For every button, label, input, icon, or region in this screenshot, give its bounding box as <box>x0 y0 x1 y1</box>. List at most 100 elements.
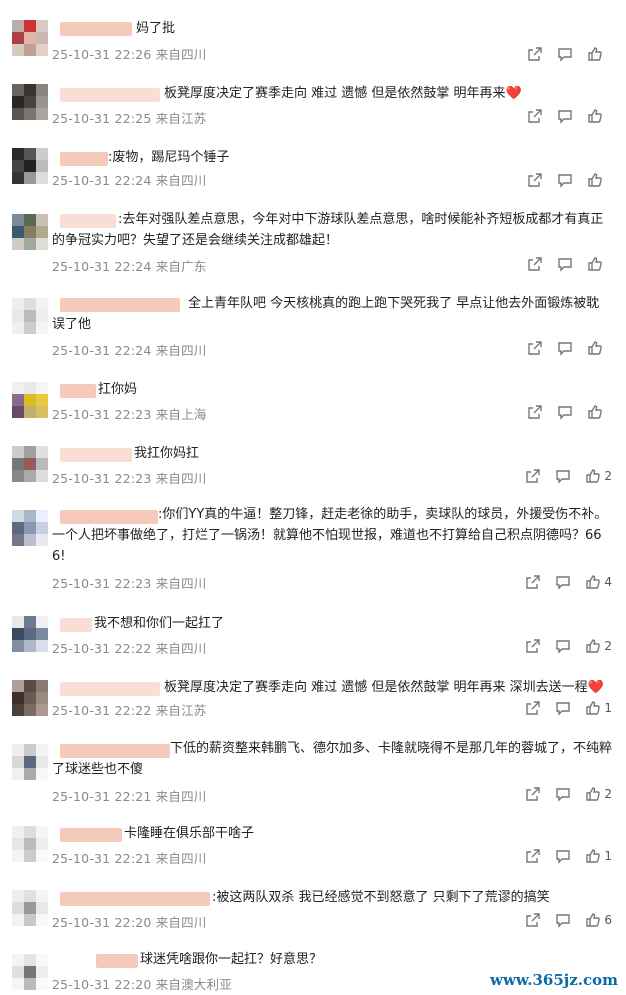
comment-text: 球迷凭啥跟你一起扛？好意思？ <box>140 952 323 967</box>
share-icon <box>528 341 542 355</box>
like-button[interactable]: 1 <box>585 848 612 864</box>
username-redacted[interactable] <box>60 88 160 102</box>
avatar[interactable] <box>12 84 48 120</box>
comment-icon <box>556 640 571 654</box>
share-icon <box>526 701 541 715</box>
avatar[interactable] <box>12 20 48 56</box>
comment-button[interactable] <box>557 108 573 124</box>
comment-actions: 6 <box>525 910 612 930</box>
share-button[interactable] <box>527 340 543 356</box>
share-icon <box>526 913 541 927</box>
like-count: 2 <box>604 639 612 653</box>
avatar[interactable] <box>12 826 48 862</box>
comment-button[interactable] <box>555 700 571 716</box>
comment-text: 我不想和你们一起扛了 <box>94 616 225 631</box>
like-button[interactable]: 2 <box>585 786 612 802</box>
comment-button[interactable] <box>557 256 573 272</box>
thumbs-up-icon <box>586 787 601 801</box>
like-button[interactable] <box>587 46 612 62</box>
like-button[interactable] <box>587 404 612 420</box>
username-redacted[interactable] <box>60 22 132 36</box>
comment-button[interactable] <box>557 404 573 420</box>
avatar[interactable] <box>12 148 48 184</box>
share-button[interactable] <box>525 786 541 802</box>
username-redacted[interactable] <box>60 448 132 462</box>
comment-button[interactable] <box>557 340 573 356</box>
like-button[interactable]: 6 <box>585 912 612 928</box>
comment-item: 全上青年队吧 今天核桃真的跑上跑下哭死我了 早点让他去外面锻炼被耽误了他 25-… <box>0 290 626 360</box>
comment-item: 扛你妈 25-10-31 22:23 来自上海 <box>0 374 626 426</box>
like-count: 6 <box>604 913 612 927</box>
like-button[interactable]: 2 <box>585 638 612 654</box>
thumbs-up-icon <box>588 109 602 123</box>
comment-actions <box>527 44 612 64</box>
username-redacted[interactable] <box>60 828 122 842</box>
thumbs-up-icon <box>586 701 601 715</box>
username-redacted[interactable] <box>60 618 92 632</box>
like-count: 2 <box>604 469 612 483</box>
share-button[interactable] <box>525 700 541 716</box>
share-button[interactable] <box>527 108 543 124</box>
avatar[interactable] <box>12 890 48 926</box>
like-button[interactable] <box>587 108 612 124</box>
comment-icon <box>558 406 572 420</box>
avatar[interactable] <box>12 510 48 546</box>
share-button[interactable] <box>525 848 541 864</box>
comment-button[interactable] <box>555 912 571 928</box>
avatar[interactable] <box>12 744 48 780</box>
like-button[interactable] <box>587 172 612 188</box>
comment-button[interactable] <box>555 468 571 484</box>
comment-icon <box>556 850 571 864</box>
comment-meta: 25-10-31 22:23 来自四川 <box>52 576 207 591</box>
comment-button[interactable] <box>555 848 571 864</box>
comment-actions: 1 <box>525 846 612 866</box>
share-button[interactable] <box>525 638 541 654</box>
share-button[interactable] <box>525 468 541 484</box>
comment-button[interactable] <box>555 574 571 590</box>
share-button[interactable] <box>527 404 543 420</box>
thumbs-up-icon <box>588 257 602 271</box>
comment-text: :你们YY真的牛逼！整刀锋，赶走老徐的助手，卖球队的球员，外援受伤不补。一个人把… <box>52 507 608 564</box>
comment-text: :废物，踢尼玛个锤子 <box>108 150 230 165</box>
like-button[interactable] <box>587 256 612 272</box>
avatar[interactable] <box>12 954 48 990</box>
like-button[interactable]: 1 <box>585 700 612 716</box>
share-icon <box>528 173 542 187</box>
comment-button[interactable] <box>557 46 573 62</box>
comment-button[interactable] <box>555 638 571 654</box>
comment-button[interactable] <box>555 786 571 802</box>
like-button[interactable]: 2 <box>585 468 612 484</box>
avatar[interactable] <box>12 616 48 652</box>
avatar[interactable] <box>12 298 48 334</box>
comment-button[interactable] <box>557 172 573 188</box>
share-icon <box>528 405 542 419</box>
share-button[interactable] <box>527 172 543 188</box>
avatar[interactable] <box>12 680 48 716</box>
share-button[interactable] <box>525 912 541 928</box>
thumbs-up-icon <box>586 913 601 927</box>
avatar[interactable] <box>12 446 48 482</box>
avatar[interactable] <box>12 382 48 418</box>
like-button[interactable]: 4 <box>585 574 612 590</box>
share-button[interactable] <box>527 256 543 272</box>
share-button[interactable] <box>527 46 543 62</box>
comment-item: 板凳厚度决定了赛季走向 难过 遗憾 但是依然鼓掌 明年再来❤️ 25-10-31… <box>0 78 626 130</box>
comment-icon <box>558 174 572 188</box>
username-redacted[interactable] <box>60 682 160 696</box>
comment-meta: 25-10-31 22:23 来自上海 <box>52 407 207 422</box>
avatar[interactable] <box>12 214 48 250</box>
comment-text: 妈了批 <box>136 21 176 36</box>
username-redacted[interactable] <box>60 152 108 166</box>
comment-icon <box>556 576 571 590</box>
username-redacted[interactable] <box>60 384 96 398</box>
username-redacted[interactable] <box>96 954 138 968</box>
comment-meta: 25-10-31 22:21 来自四川 <box>52 789 207 804</box>
username-redacted[interactable] <box>60 892 210 906</box>
thumbs-up-icon <box>588 47 602 61</box>
comment-item: 我不想和你们一起扛了 25-10-31 22:22 来自四川 2 <box>0 608 626 660</box>
comment-meta: 25-10-31 22:24 来自四川 <box>52 343 207 358</box>
share-button[interactable] <box>525 574 541 590</box>
thumbs-up-icon <box>586 575 601 589</box>
thumbs-up-icon <box>588 173 602 187</box>
like-button[interactable] <box>587 340 612 356</box>
